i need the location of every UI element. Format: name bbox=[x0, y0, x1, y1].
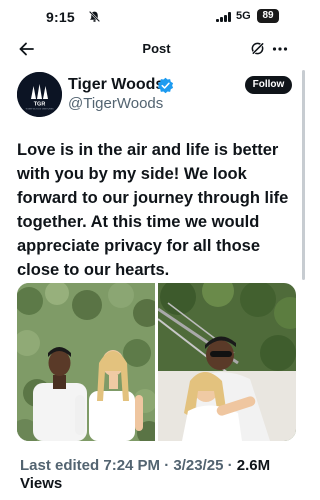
tweet-text: Love is in the air and life is better wi… bbox=[17, 141, 289, 279]
follow-button[interactable]: Follow bbox=[245, 76, 292, 94]
post-date[interactable]: 3/23/25 bbox=[173, 457, 223, 474]
views-count: 2.6M bbox=[236, 457, 271, 474]
author-display-name[interactable]: Tiger Woods bbox=[68, 76, 164, 94]
author-handle[interactable]: @TigerWoods bbox=[68, 95, 163, 112]
media-photo-2[interactable] bbox=[158, 283, 296, 441]
avatar[interactable]: TGR TIGER WOODS VENTURES bbox=[17, 72, 62, 117]
network-type: 5G bbox=[236, 10, 251, 22]
more-icon[interactable] bbox=[272, 41, 288, 57]
battery-level: 89 bbox=[257, 9, 279, 23]
meta-separator-2: · bbox=[227, 457, 233, 474]
avatar-logo-text: TGR bbox=[34, 102, 46, 108]
post-time[interactable]: 7:24 PM bbox=[103, 457, 160, 474]
bell-slash-icon bbox=[88, 10, 101, 23]
status-bar: 9:15 5G 89 bbox=[0, 0, 313, 34]
tweet-meta: Last edited 7:24 PM · 3/23/25 · 2.6M Vie… bbox=[20, 457, 300, 493]
scrollbar[interactable] bbox=[302, 70, 305, 280]
media-photo-1[interactable] bbox=[17, 283, 155, 441]
grok-icon[interactable] bbox=[250, 41, 265, 56]
status-time: 9:15 bbox=[46, 9, 75, 25]
media-grid bbox=[17, 283, 296, 441]
page-title: Post bbox=[142, 41, 171, 56]
meta-separator: · bbox=[164, 457, 170, 474]
nav-bar: Post bbox=[0, 34, 313, 64]
edited-label[interactable]: Last edited bbox=[20, 457, 99, 474]
views-label: Views bbox=[20, 475, 63, 492]
avatar-logo-subtext: TIGER WOODS VENTURES bbox=[25, 109, 54, 111]
verified-badge-icon bbox=[157, 77, 174, 94]
post-screen: 9:15 5G 89 Post TGR TIGER WOODS VENTURES… bbox=[0, 0, 313, 500]
signal-icon bbox=[216, 12, 231, 22]
back-arrow-icon[interactable] bbox=[18, 40, 36, 58]
